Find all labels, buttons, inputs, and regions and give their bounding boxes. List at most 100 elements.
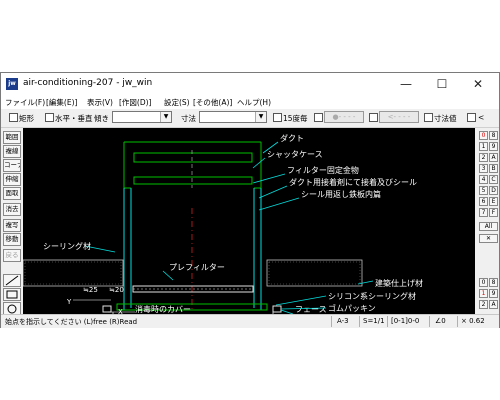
hv-checkbox[interactable]: [45, 113, 54, 122]
layer-group-5[interactable]: 5: [479, 186, 488, 195]
deg15-label: 15度毎: [283, 114, 308, 123]
tool-copy[interactable]: 複写: [3, 219, 21, 232]
status-scale[interactable]: S=1/1: [363, 317, 385, 325]
dim-combo[interactable]: ▼: [199, 111, 267, 123]
tool-corner[interactable]: コーナー: [3, 159, 21, 172]
right-layer-palette: 0 8 1 9 2 A 3 B 4 C 5 D 6 E 7 F All ✕ 0 …: [476, 128, 499, 314]
layer-1-button[interactable]: 1: [479, 289, 488, 298]
dim-label: 寸法: [181, 114, 196, 123]
tool-options-bar: 矩形 水平・垂直 傾き ▼ 寸法 ▼ 15度毎 ●- - - - <- - - …: [1, 109, 499, 128]
layer-group-4[interactable]: 4: [479, 175, 488, 184]
layer-clear-button[interactable]: ✕: [479, 234, 498, 243]
tool-undo[interactable]: 戻る: [3, 249, 21, 262]
minimize-button[interactable]: —: [393, 76, 419, 92]
dimval-checkbox[interactable]: [424, 113, 433, 122]
layer-group-a[interactable]: A: [489, 153, 498, 162]
label-dim25: ≒25: [83, 286, 98, 294]
dot-line-button[interactable]: ●- - - -: [324, 111, 364, 123]
menu-view[interactable]: 表示(V): [87, 97, 113, 108]
menu-other[interactable]: [その他(A)]: [193, 97, 232, 108]
layer-a-button[interactable]: A: [489, 300, 498, 309]
layer-group-b[interactable]: B: [489, 164, 498, 173]
arrow-line-checkbox[interactable]: [369, 113, 378, 122]
layer-8-button[interactable]: 8: [489, 278, 498, 287]
label-disinfect-cover: 消毒時のカバー: [135, 304, 191, 314]
rect-label: 矩形: [19, 114, 34, 123]
layer-group-3[interactable]: 3: [479, 164, 488, 173]
slope-combo[interactable]: ▼: [112, 111, 172, 123]
duct-structure: [123, 141, 262, 189]
status-divider: [331, 316, 332, 327]
label-duct: ダクト: [280, 133, 304, 143]
lt-label: <: [478, 113, 485, 122]
status-bar: 始点を指示してください (L)free (R)Read A-3 S=1/1 [0…: [1, 314, 499, 328]
tool-extend[interactable]: 伸縮: [3, 173, 21, 186]
dot-line-checkbox[interactable]: [314, 113, 323, 122]
layer-group-9[interactable]: 9: [489, 142, 498, 151]
layer-group-d[interactable]: D: [489, 186, 498, 195]
left-tool-palette: 範囲 複線 コーナー 伸縮 面取 消去 複写 移動 戻る: [1, 128, 23, 315]
label-building-finish: 建築仕上げ材: [375, 278, 423, 288]
menu-edit[interactable]: [編集(E)]: [46, 97, 77, 108]
rect-tool-button[interactable]: [3, 288, 21, 301]
drawing-canvas[interactable]: ダクト シャッタケース フィルター固定金物 ダクト用接着剤にて接着及びシール シ…: [23, 128, 475, 314]
line-tool-button[interactable]: [3, 274, 21, 287]
status-paper[interactable]: A-3: [337, 317, 349, 325]
label-dim20: ≒20: [109, 286, 124, 294]
status-divider: [457, 316, 458, 327]
status-message: 始点を指示してください (L)free (R)Read: [5, 318, 138, 326]
lt-checkbox[interactable]: [467, 113, 476, 122]
layer-all-button[interactable]: All: [479, 222, 498, 231]
layer-group-c[interactable]: C: [489, 175, 498, 184]
layer-group-e[interactable]: E: [489, 197, 498, 206]
label-y: Y: [66, 298, 72, 306]
menu-settings[interactable]: 設定(S): [164, 97, 190, 108]
tool-move[interactable]: 移動: [3, 233, 21, 246]
layer-9-button[interactable]: 9: [489, 289, 498, 298]
layer-group-0[interactable]: 0: [479, 131, 488, 140]
app-icon: jw: [6, 78, 18, 90]
status-angle[interactable]: ∠0: [435, 317, 446, 325]
hv-label: 水平・垂直: [55, 114, 93, 123]
window-title: air-conditioning-207 - jw_win: [23, 78, 153, 88]
deg15-checkbox[interactable]: [273, 113, 282, 122]
rect-checkbox[interactable]: [9, 113, 18, 122]
building-slab-right: [266, 259, 363, 287]
tool-erase[interactable]: 消去: [3, 203, 21, 216]
status-layer[interactable]: [0-1]0-0: [391, 317, 419, 325]
status-divider: [359, 316, 360, 327]
layer-group-2[interactable]: 2: [479, 153, 488, 162]
layer-group-7[interactable]: 7: [479, 208, 488, 217]
rectangle-icon: [6, 290, 18, 299]
label-face: フェース: [295, 305, 327, 314]
maximize-button[interactable]: ☐: [429, 76, 455, 92]
layer-group-8[interactable]: 8: [489, 131, 498, 140]
layer-0-button[interactable]: 0: [479, 278, 488, 287]
menu-file[interactable]: ファイル(F): [5, 97, 45, 108]
arrow-line-button[interactable]: <- - - -: [379, 111, 419, 123]
tool-offset[interactable]: 複線: [3, 145, 21, 158]
label-filter-fix: フィルター固定金物: [287, 165, 359, 175]
line-icon: [5, 275, 19, 286]
tool-chamfer[interactable]: 面取: [3, 187, 21, 200]
chevron-down-icon: ▼: [255, 112, 266, 122]
dimval-label: 寸法値: [434, 114, 457, 123]
layer-group-6[interactable]: 6: [479, 197, 488, 206]
slope-label: 傾き: [94, 114, 109, 123]
layer-2-button[interactable]: 2: [479, 300, 488, 309]
layer-group-f[interactable]: F: [489, 208, 498, 217]
status-zoom[interactable]: × 0.62: [461, 317, 485, 325]
close-button[interactable]: ✕: [465, 76, 491, 92]
building-slab-left: [23, 259, 124, 287]
layer-group-1[interactable]: 1: [479, 142, 488, 151]
label-sealing-left: シーリング材: [43, 241, 91, 251]
status-divider: [429, 316, 430, 327]
label-prefilter: プレフィルター: [169, 263, 225, 272]
app-window: jw air-conditioning-207 - jw_win — ☐ ✕ フ…: [0, 72, 500, 328]
menu-help[interactable]: ヘルプ(H): [237, 97, 271, 108]
menu-bar: ファイル(F) [編集(E)] 表示(V) [作図(D)] 設定(S) [その他…: [1, 95, 499, 109]
cad-drawing[interactable]: ダクト シャッタケース フィルター固定金物 ダクト用接着剤にて接着及びシール シ…: [23, 128, 475, 314]
circle-icon: [7, 304, 17, 314]
menu-draw[interactable]: [作図(D)]: [119, 97, 151, 108]
tool-range[interactable]: 範囲: [3, 131, 21, 144]
